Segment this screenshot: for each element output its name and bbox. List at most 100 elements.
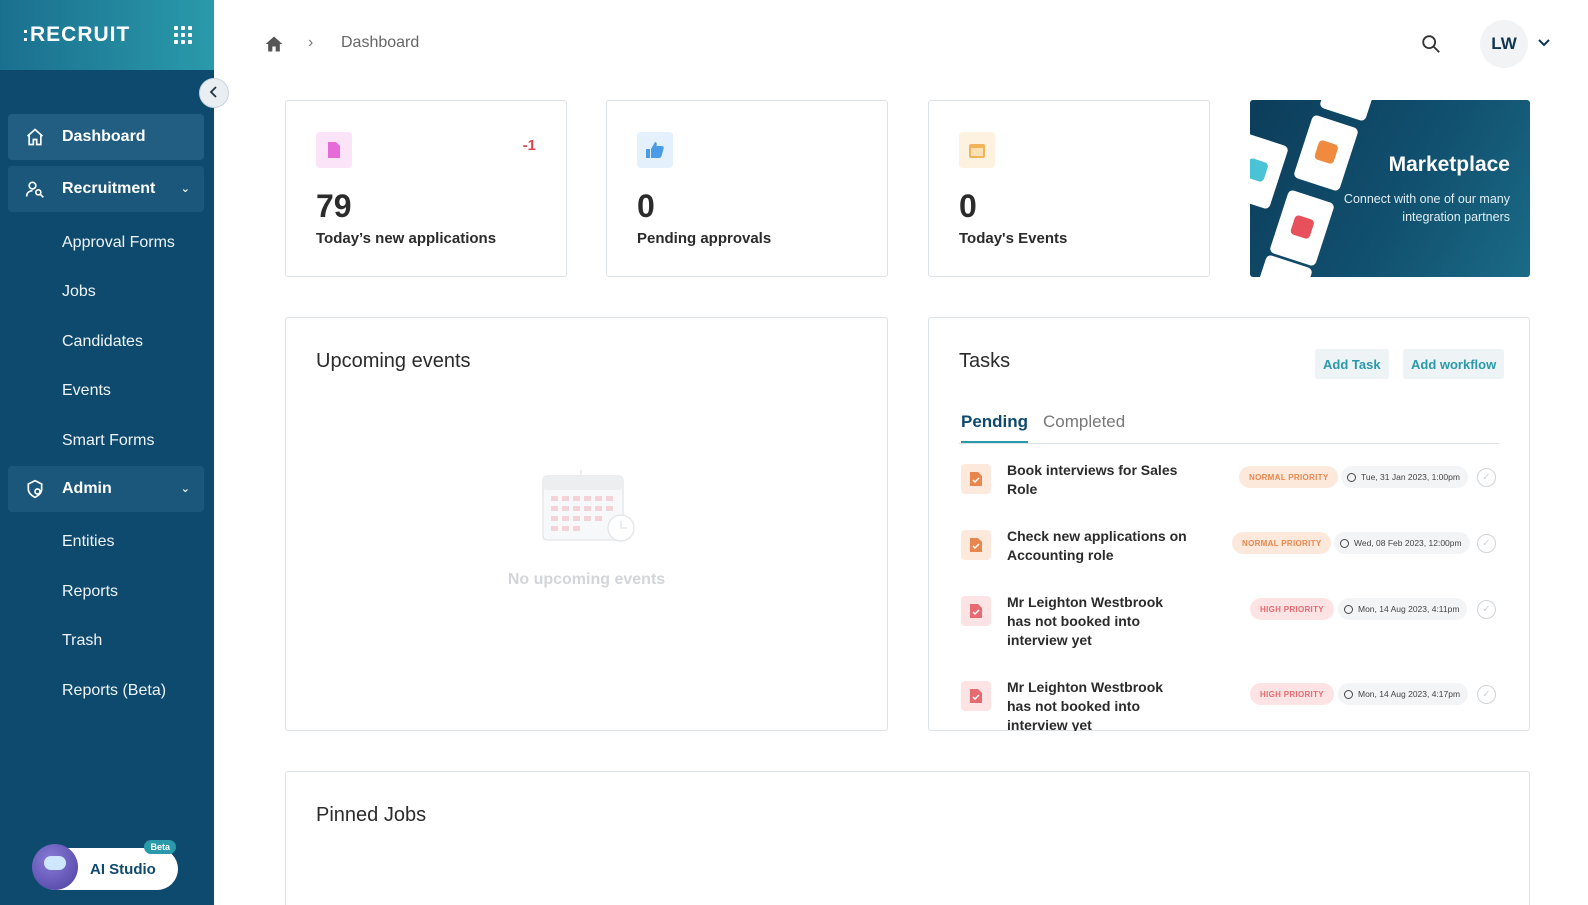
due-date-text: Tue, 31 Jan 2023, 1:00pm [1361,472,1460,482]
stat-label: Today's Events [959,230,1068,247]
upcoming-events-card: Upcoming events No upcoming events [285,317,888,731]
sidebar-item-reports[interactable]: Reports [0,567,214,617]
brand-logo[interactable]: :RECRUIT [22,23,130,47]
section-title: Tasks [959,350,1011,372]
clock-icon [1340,538,1349,548]
empty-calendar-icon [541,468,637,549]
priority-badge: NORMAL PRIORITY [1239,466,1339,488]
stat-card-new-applications[interactable]: -1 79 Today’s new applications [285,100,567,277]
sidebar-item-events[interactable]: Events [0,367,214,417]
marketplace-banner[interactable]: Marketplace Connect with one of our many… [1250,100,1530,277]
due-date-badge: Tue, 31 Jan 2023, 1:00pm [1341,466,1468,488]
sidebar-nav: Dashboard Recruitment ⌄ Approval Forms J… [0,70,214,716]
due-date-text: Wed, 08 Feb 2023, 12:00pm [1354,538,1462,548]
sidebar-item-entities[interactable]: Entities [0,518,214,568]
chevron-down-icon[interactable] [1538,36,1550,50]
collapse-sidebar-button[interactable] [199,78,229,108]
task-document-icon [961,464,991,494]
ai-studio-button[interactable]: AI Studio Beta [32,840,178,890]
sidebar-item-smart-forms[interactable]: Smart Forms [0,416,214,466]
user-avatar[interactable]: LW [1480,20,1528,68]
admin-gear-icon [24,478,46,500]
complete-task-checkbox[interactable]: ✓ [1477,600,1496,619]
chevron-left-icon [209,85,219,101]
sidebar: :RECRUIT Dashboard Recruitment ⌄ Approva… [0,0,214,905]
stat-value: 0 [637,188,655,224]
sidebar-item-label: Dashboard [62,128,146,145]
sidebar-item-jobs[interactable]: Jobs [0,268,214,318]
check-icon: ✓ [1482,689,1491,700]
document-icon [316,132,352,168]
breadcrumb-current: Dashboard [341,34,420,51]
marketplace-title: Marketplace [1388,153,1510,176]
check-icon: ✓ [1482,538,1491,549]
tab-pending[interactable]: Pending [961,412,1029,443]
tab-completed[interactable]: Completed [1043,412,1125,441]
chevron-down-icon[interactable]: ⌄ [181,482,190,495]
complete-task-checkbox[interactable]: ✓ [1477,685,1496,704]
complete-task-checkbox[interactable]: ✓ [1477,468,1496,487]
task-list: Book interviews for Sales Role NORMAL PR… [959,456,1499,731]
sidebar-item-approval-forms[interactable]: Approval Forms [0,218,214,268]
search-icon[interactable] [1420,33,1442,60]
sidebar-item-trash[interactable]: Trash [0,617,214,667]
sidebar-item-recruitment[interactable]: Recruitment ⌄ [8,166,204,212]
sidebar-item-candidates[interactable]: Candidates [0,317,214,367]
ai-studio-label: AI Studio [90,860,156,878]
task-title: Book interviews for Sales Role [1007,462,1178,497]
stat-card-pending-approvals[interactable]: 0 Pending approvals [606,100,888,277]
breadcrumb-home-icon[interactable] [264,34,284,59]
chevron-down-icon[interactable]: ⌄ [181,182,190,195]
pinned-jobs-card: Pinned Jobs [285,771,1530,905]
check-icon: ✓ [1482,604,1491,615]
sidebar-item-dashboard[interactable]: Dashboard [8,114,204,160]
clock-icon [1344,689,1353,699]
section-title: Pinned Jobs [316,804,427,826]
section-title: Upcoming events [316,350,471,372]
clock-icon [1347,472,1356,482]
sidebar-item-admin[interactable]: Admin ⌄ [8,465,204,512]
add-task-button[interactable]: Add Task [1315,349,1389,379]
due-date-text: Mon, 14 Aug 2023, 4:17pm [1358,689,1461,699]
thumbs-up-icon [637,132,673,168]
empty-state-text: No upcoming events [507,571,666,588]
priority-badge: NORMAL PRIORITY [1232,532,1332,554]
due-date-text: Mon, 14 Aug 2023, 4:11pm [1358,604,1460,614]
stat-label: Pending approvals [637,230,772,247]
task-title: Mr Leighton Westbrook has not booked int… [1007,679,1164,731]
stat-delta: -1 [522,137,536,154]
priority-badge: HIGH PRIORITY [1250,598,1334,620]
home-icon [24,126,46,148]
add-workflow-button[interactable]: Add workflow [1403,349,1505,379]
task-title: Check new applications on Accounting rol… [1007,528,1187,563]
stat-card-todays-events[interactable]: 0 Today's Events [928,100,1210,277]
due-date-badge: Wed, 08 Feb 2023, 12:00pm [1334,532,1470,554]
ai-robot-icon [32,844,78,890]
task-document-icon [961,596,991,626]
chevron-right-icon: › [308,34,314,51]
task-title: Mr Leighton Westbrook has not booked int… [1007,594,1164,648]
due-date-badge: Mon, 14 Aug 2023, 4:17pm [1338,683,1469,705]
due-date-badge: Mon, 14 Aug 2023, 4:11pm [1338,598,1468,620]
beta-badge: Beta [144,840,176,854]
marketplace-subtitle: Connect with one of our many integration… [1343,192,1510,224]
sidebar-item-label: Recruitment [62,180,156,197]
top-bar: › Dashboard LW [214,0,1588,88]
integration-tile [1268,189,1336,267]
task-document-icon [961,530,991,560]
priority-badge: HIGH PRIORITY [1250,683,1334,705]
apps-grid-icon[interactable] [174,26,192,44]
sidebar-item-label: Admin [62,479,112,497]
check-icon: ✓ [1482,472,1491,483]
task-document-icon [961,681,991,711]
complete-task-checkbox[interactable]: ✓ [1477,534,1496,553]
tasks-card: Tasks Add Task Add workflow Pending Comp… [928,317,1530,731]
task-tabs: Pending Completed [959,410,1499,444]
integration-tile [1250,132,1290,210]
user-search-icon [24,178,46,200]
integration-tile [1292,114,1360,192]
clock-icon [1344,604,1353,614]
stat-value: 0 [959,188,977,224]
stat-label: Today’s new applications [316,230,497,247]
sidebar-item-reports-beta[interactable]: Reports (Beta) [0,666,214,716]
